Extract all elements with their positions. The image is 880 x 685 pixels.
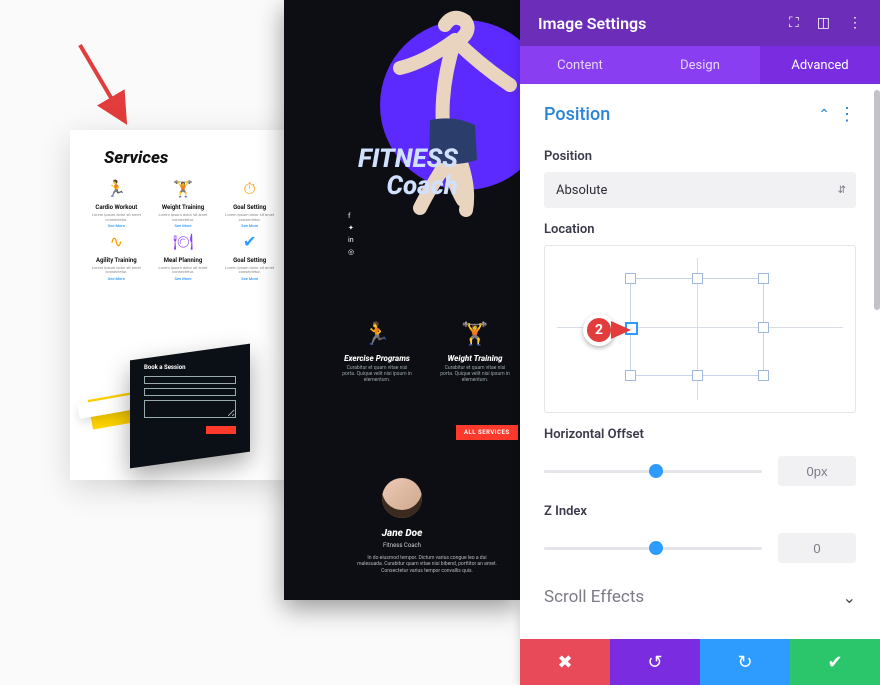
position-value: Absolute <box>556 183 607 198</box>
page-canvas: Services 🏃Cardio WorkoutLorem ipsum dolo… <box>0 0 520 685</box>
position-select[interactable]: Absolute ⇵ <box>544 172 856 208</box>
kebab-icon[interactable]: ⋮ <box>848 15 862 31</box>
annotation-marker-2: 2 <box>583 314 631 346</box>
all-services-button: ALL SERVICES <box>456 425 518 440</box>
panel-footer: ✖ ↺ ↻ ✔ <box>520 639 880 685</box>
anchor-top-center[interactable] <box>692 273 703 284</box>
z-index-label: Z Index <box>520 490 880 527</box>
instagram-icon: ◎ <box>348 248 354 254</box>
form-message-input <box>144 400 236 418</box>
location-picker[interactable]: 2 <box>544 245 856 413</box>
columns-icon[interactable]: ◫ <box>817 15 830 31</box>
expand-icon[interactable]: ⛶ <box>789 15 799 31</box>
twitter-icon: ✦ <box>348 224 354 230</box>
chevron-up-icon: ⌃ <box>818 107 830 123</box>
z-index-input[interactable] <box>778 533 856 563</box>
location-rect <box>630 278 764 376</box>
form-email-input <box>144 388 236 396</box>
cancel-button[interactable]: ✖ <box>520 639 610 685</box>
settings-panel: Image Settings ⛶ ◫ ⋮ Content Design Adva… <box>520 0 880 685</box>
service-item: 🍽Meal PlanningLorem ipsum dolor sit amet… <box>151 231 216 282</box>
coach-role: Fitness Coach <box>284 542 520 549</box>
scroll-effects-title: Scroll Effects <box>544 587 843 607</box>
anchor-top-right[interactable] <box>758 273 769 284</box>
caret-icon: ⇵ <box>838 185 846 196</box>
tab-content[interactable]: Content <box>520 46 640 84</box>
position-label: Position <box>520 135 880 172</box>
fitness-preview-card: FITNESSCoach f ✦ in ◎ 🏃Exercise Programs… <box>284 0 520 600</box>
section-position-header[interactable]: Position ⌃ ⋮ <box>520 84 880 135</box>
services-grid: 🏃Cardio WorkoutLorem ipsum dolor sit ame… <box>70 174 296 282</box>
service-item: 🏃Cardio WorkoutLorem ipsum dolor sit ame… <box>84 178 149 229</box>
chevron-down-icon: ⌄ <box>843 588 856 607</box>
form-name-input <box>144 376 236 384</box>
anchor-top-left[interactable] <box>625 273 636 284</box>
redo-button[interactable]: ↻ <box>700 639 790 685</box>
confirm-button[interactable]: ✔ <box>790 639 880 685</box>
kebab-icon[interactable]: ⋮ <box>838 104 856 125</box>
anchor-bottom-center[interactable] <box>692 370 703 381</box>
form-preview: Book a Session <box>130 344 250 469</box>
dumbbell-icon: 🏋 <box>461 320 489 348</box>
service-item: 🏋Weight TrainingLorem ipsum dolor sit am… <box>151 178 216 229</box>
facebook-icon: f <box>348 212 354 218</box>
service-item: ✔Goal SettingLorem ipsum dolor sit amet … <box>217 231 282 282</box>
services-heading: Services <box>70 130 296 174</box>
section-position-title: Position <box>544 104 818 125</box>
tab-advanced[interactable]: Advanced <box>760 46 880 84</box>
anchor-bottom-right[interactable] <box>758 370 769 381</box>
location-label: Location <box>520 208 880 245</box>
panel-body[interactable]: Position ⌃ ⋮ Position Absolute ⇵ 1 Locat… <box>520 84 880 639</box>
service-item: ⏱Goal SettingLorem ipsum dolor sit amet … <box>217 178 282 229</box>
form-submit-button <box>206 426 236 434</box>
running-icon: 🏃 <box>363 320 391 348</box>
panel-header: Image Settings ⛶ ◫ ⋮ <box>520 0 880 46</box>
anchor-middle-right[interactable] <box>758 322 769 333</box>
feature-item: 🏃Exercise ProgramsCurabitur et quam vita… <box>342 320 412 383</box>
panel-tabs: Content Design Advanced <box>520 46 880 84</box>
feature-row: 🏃Exercise ProgramsCurabitur et quam vita… <box>342 320 510 383</box>
panel-title: Image Settings <box>538 14 779 33</box>
fitness-title: FITNESSCoach <box>358 145 458 198</box>
horizontal-offset-slider[interactable] <box>544 459 762 483</box>
coach-avatar <box>382 478 422 518</box>
horizontal-offset-label: Horizontal Offset <box>520 413 880 450</box>
social-icons: f ✦ in ◎ <box>348 212 354 254</box>
coach-name: Jane Doe <box>284 528 520 539</box>
annotation-arrow <box>75 40 135 130</box>
coach-bio: In do eiusmod tempor. Dictum varius cong… <box>354 555 500 574</box>
horizontal-offset-input[interactable] <box>778 456 856 486</box>
linkedin-icon: in <box>348 236 354 242</box>
feature-item: 🏋Weight TrainingCurabitur et quam vitae … <box>440 320 510 383</box>
tab-design[interactable]: Design <box>640 46 760 84</box>
anchor-bottom-left[interactable] <box>625 370 636 381</box>
z-index-slider[interactable] <box>544 536 762 560</box>
undo-button[interactable]: ↺ <box>610 639 700 685</box>
form-heading: Book a Session <box>144 364 236 371</box>
section-scroll-effects[interactable]: Scroll Effects ⌄ <box>520 567 880 627</box>
service-item: ∿Agility TrainingLorem ipsum dolor sit a… <box>84 231 149 282</box>
